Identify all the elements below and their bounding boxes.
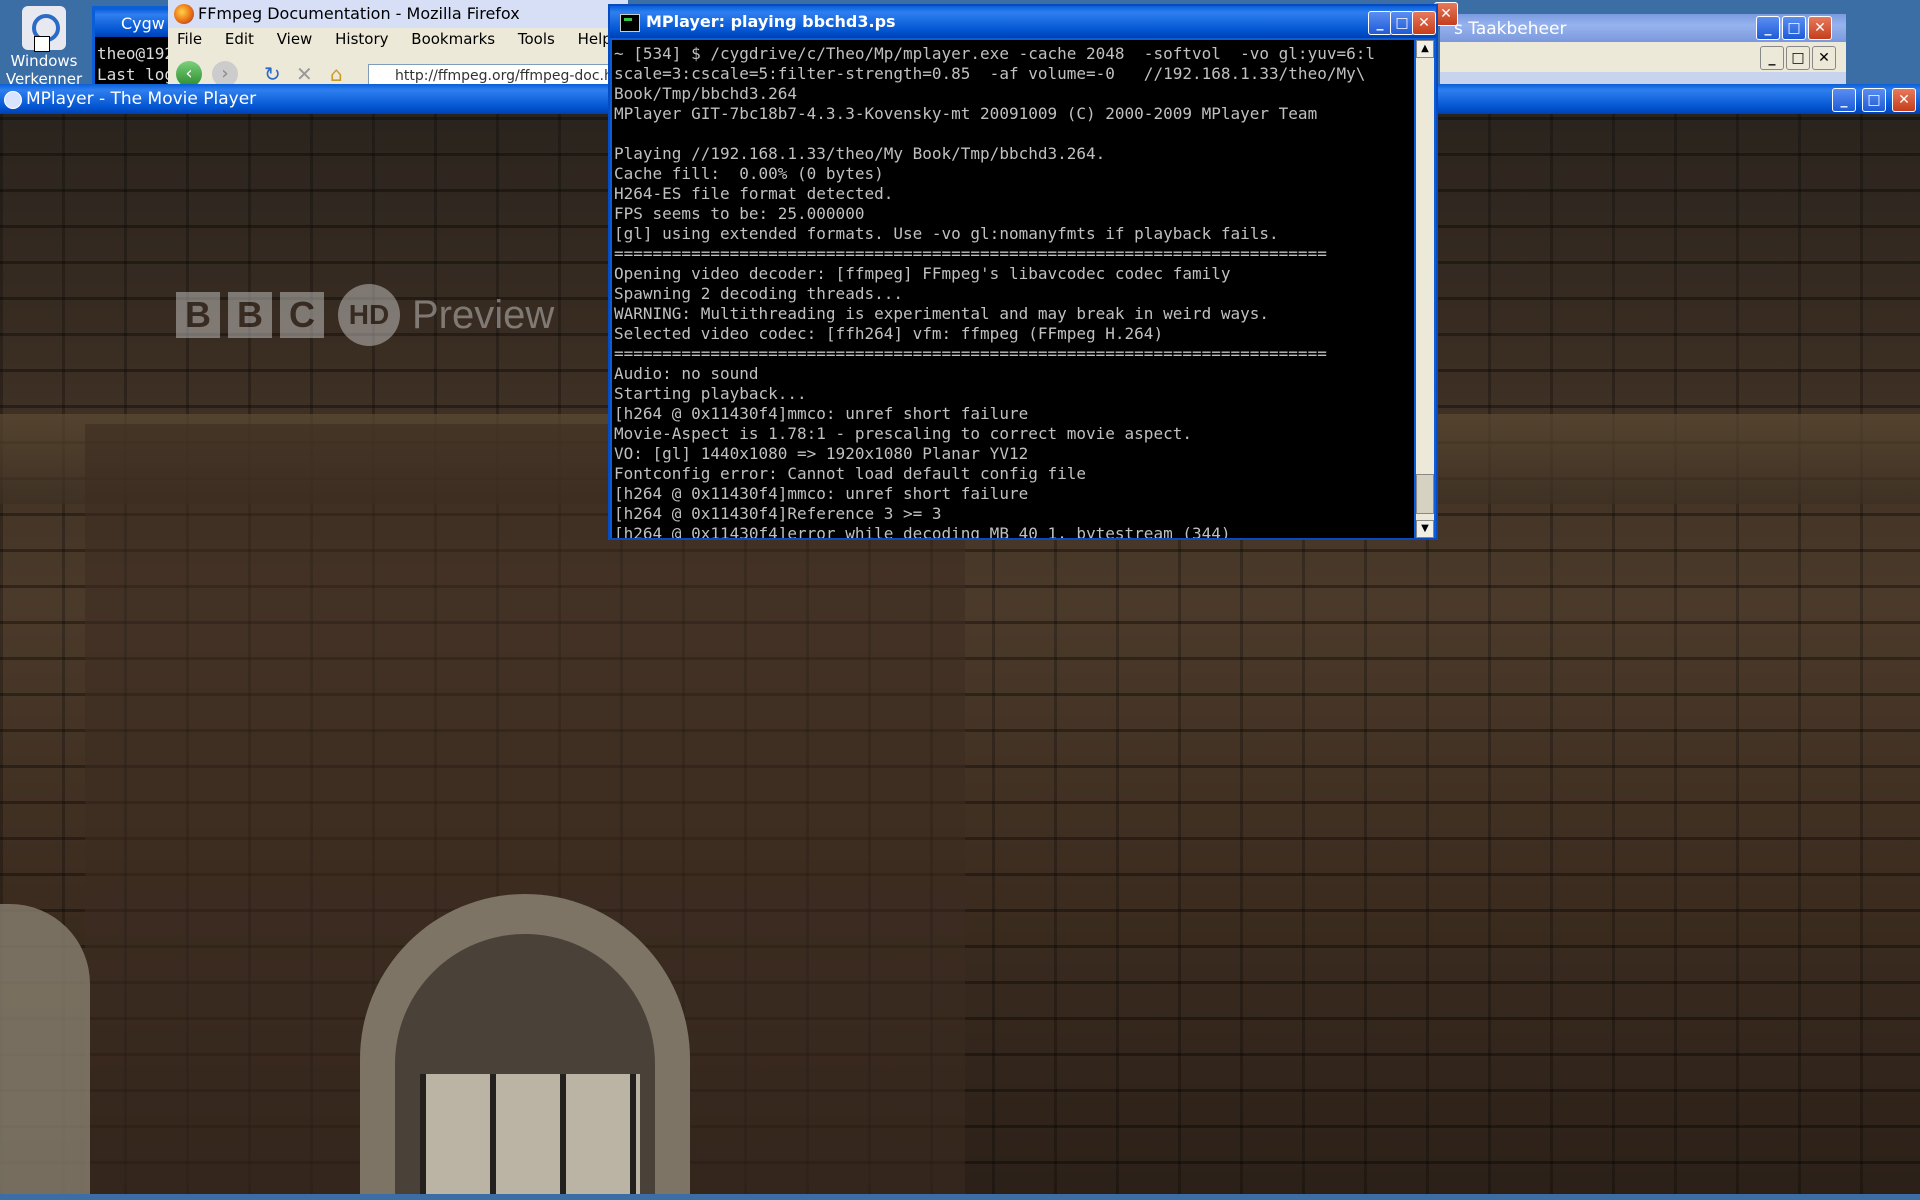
video-minimize-button[interactable]: _ (1832, 88, 1856, 112)
preview-label: Preview (412, 292, 555, 337)
terminal-line: [gl] using extended formats. Use -vo gl:… (614, 224, 1279, 243)
taskbar-edge (0, 1194, 1920, 1200)
firefox-window[interactable]: FFmpeg Documentation - Mozilla Firefox F… (168, 0, 628, 90)
url-bar[interactable]: http://ffmpeg.org/ffmpeg-doc.htr (368, 64, 628, 86)
terminal-line: Movie-Aspect is 1.78:1 - prescaling to c… (614, 424, 1192, 443)
desktop-icon-explorer[interactable]: ↗ Windows Verkenner (0, 0, 88, 90)
scroll-up-icon[interactable]: ▲ (1416, 40, 1434, 58)
mplayer-icon (4, 91, 22, 109)
menu-edit[interactable]: Edit (225, 30, 254, 48)
terminal-line: H264-ES file format detected. (614, 184, 894, 203)
terminal-line: Cache fill: 0.00% (0 bytes) (614, 164, 884, 183)
terminal-line: [h264 @ 0x11430f4]Reference 3 >= 3 (614, 504, 942, 523)
taskmanager-title: s Taakbeheer (1454, 19, 1567, 39)
firefox-titlebar[interactable]: FFmpeg Documentation - Mozilla Firefox (168, 0, 628, 28)
menu-file[interactable]: File (177, 30, 202, 48)
terminal-line: Selected video codec: [ffh264] vfm: ffmp… (614, 324, 1164, 343)
cygwin-terminal: theo@192 Last log (97, 43, 174, 85)
menu-view[interactable]: View (277, 30, 313, 48)
video-close-button[interactable]: ✕ (1892, 88, 1916, 112)
terminal-line: scale=3:cscale=5:filter-strength=0.85 -a… (614, 64, 1366, 83)
terminal-lines: ~ [534] $ /cygdrive/c/Theo/Mp/mplayer.ex… (612, 40, 1414, 538)
terminal-line: Fontconfig error: Cannot load default co… (614, 464, 1087, 483)
firefox-logo-icon (174, 4, 194, 24)
video-maximize-button[interactable]: □ (1862, 88, 1886, 112)
terminal-titlebar[interactable]: MPlayer: playing bbchd3.ps (610, 6, 1436, 38)
terminal-line: VO: [gl] 1440x1080 => 1920x1080 Planar Y… (614, 444, 1029, 463)
sub-maximize-button[interactable]: □ (1786, 46, 1810, 70)
reload-icon[interactable]: ↻ (264, 62, 281, 86)
terminal-line: Audio: no sound (614, 364, 759, 383)
cygwin-title: Cygw (121, 14, 165, 33)
menu-help[interactable]: Help (578, 30, 612, 48)
terminal-line: [h264 @ 0x11430f4]mmco: unref short fail… (614, 404, 1029, 423)
terminal-line: Starting playback... (614, 384, 807, 403)
home-icon[interactable]: ⌂ (330, 62, 343, 86)
firefox-menubar: File Edit View History Bookmarks Tools H… (168, 30, 621, 54)
terminal-maximize-button[interactable]: □ (1390, 11, 1414, 35)
menu-bookmarks[interactable]: Bookmarks (411, 30, 495, 48)
terminal-line: Spawning 2 decoding threads... (614, 284, 903, 303)
arch-left (0, 904, 90, 1200)
terminal-output[interactable]: ~ [534] $ /cygdrive/c/Theo/Mp/mplayer.ex… (612, 40, 1414, 538)
taskmanager-maximize-button[interactable]: □ (1782, 16, 1806, 40)
firefox-title: FFmpeg Documentation - Mozilla Firefox (198, 4, 520, 23)
mplayer-video-title: MPlayer - The Movie Player (26, 89, 257, 109)
scroll-thumb[interactable] (1416, 474, 1434, 514)
bbc-letter: B (176, 292, 220, 338)
terminal-close-button[interactable]: ✕ (1412, 11, 1436, 35)
menu-tools[interactable]: Tools (518, 30, 555, 48)
cygwin-line: Last log (97, 65, 175, 84)
bbc-letter: B (228, 292, 272, 338)
terminal-line: ========================================… (614, 244, 1327, 263)
taskmanager-minimize-button[interactable]: _ (1756, 16, 1780, 40)
terminal-icon (620, 14, 640, 32)
terminal-line: MPlayer GIT-7bc18b7-4.3.3-Kovensky-mt 20… (614, 104, 1318, 123)
bbc-hd-preview-logo: B B C HD Preview (176, 284, 555, 346)
desktop-icon-label: Windows (10, 52, 78, 70)
terminal-title: MPlayer: playing bbchd3.ps (646, 12, 896, 31)
terminal-line: Opening video decoder: [ffmpeg] FFmpeg's… (614, 264, 1231, 283)
stop-icon[interactable]: ✕ (296, 62, 313, 86)
sub-minimize-button[interactable]: _ (1760, 46, 1784, 70)
cygwin-line: theo@192 (97, 44, 175, 63)
taskmanager-close-button[interactable]: ✕ (1808, 16, 1832, 40)
arch-window (420, 1074, 640, 1200)
menu-history[interactable]: History (335, 30, 388, 48)
terminal-line: [h264 @ 0x11430f4]error while decoding M… (614, 524, 1231, 538)
terminal-line: FPS seems to be: 25.000000 (614, 204, 865, 223)
terminal-line: ~ [534] $ /cygdrive/c/Theo/Mp/mplayer.ex… (614, 44, 1375, 63)
bbc-letter: C (280, 292, 324, 338)
terminal-scrollbar[interactable]: ▲ ▼ (1416, 40, 1434, 538)
shortcut-arrow-icon: ↗ (34, 36, 50, 52)
terminal-minimize-button[interactable]: _ (1368, 11, 1392, 35)
terminal-line: ========================================… (614, 344, 1327, 363)
terminal-line: [h264 @ 0x11430f4]mmco: unref short fail… (614, 484, 1029, 503)
scroll-down-icon[interactable]: ▼ (1416, 520, 1434, 538)
terminal-line: Playing //192.168.1.33/theo/My Book/Tmp/… (614, 144, 1106, 163)
taskmanager-subbar: _ □ ✕ (1440, 42, 1846, 72)
terminal-line: Book/Tmp/bbchd3.264 (614, 84, 798, 103)
taskmanager-window[interactable]: s Taakbeheer _ □ ✕ _ □ ✕ (1440, 14, 1846, 84)
terminal-line: WARNING: Multithreading is experimental … (614, 304, 1270, 323)
hd-badge: HD (338, 284, 400, 346)
sub-close-button[interactable]: ✕ (1812, 46, 1836, 70)
terminal-window[interactable]: MPlayer: playing bbchd3.ps _ □ ✕ ~ [534]… (608, 4, 1438, 540)
